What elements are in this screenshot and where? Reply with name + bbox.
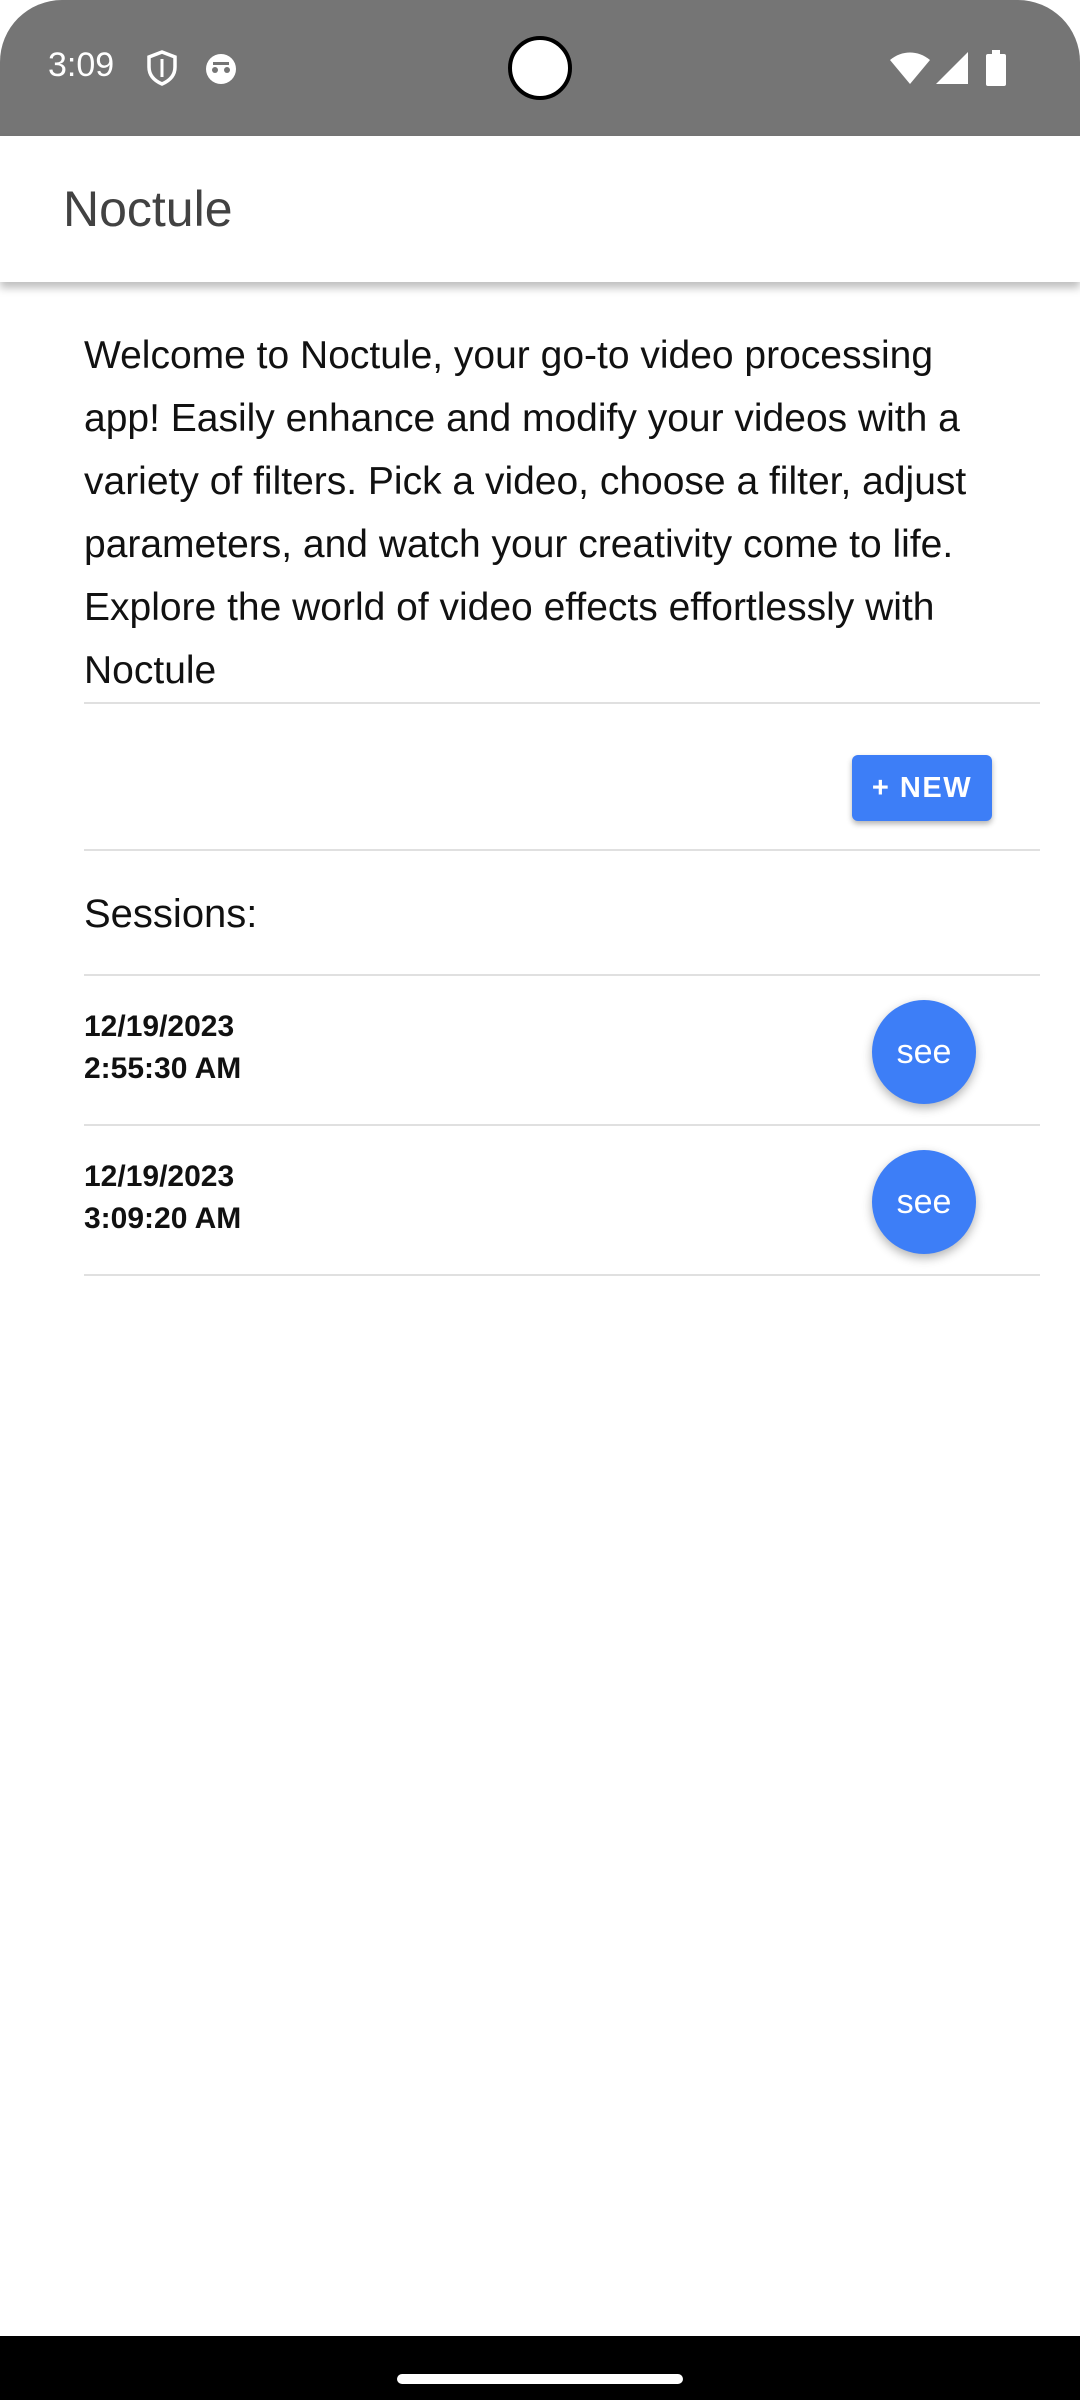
- session-date: 12/19/2023 3:09:20 AM: [84, 1160, 242, 1235]
- see-session-button[interactable]: see: [872, 1000, 976, 1104]
- wifi-icon: [890, 52, 930, 89]
- status-bar: 3:09: [0, 0, 1080, 136]
- session-row: 12/19/2023 3:09:20 AM see: [84, 1126, 1040, 1274]
- see-session-button[interactable]: see: [872, 1150, 976, 1254]
- cat-icon: [204, 52, 238, 91]
- session-date: 12/19/2023 2:55:30 AM: [84, 1010, 242, 1085]
- app-title: Noctule: [63, 181, 233, 237]
- sessions-label: Sessions:: [84, 892, 258, 936]
- home-handle[interactable]: [397, 2374, 683, 2384]
- status-time: 3:09: [48, 46, 115, 84]
- session-row: 12/19/2023 2:55:30 AM see: [84, 976, 1040, 1124]
- signal-icon: [936, 52, 968, 89]
- divider: [84, 702, 1040, 704]
- welcome-text: Welcome to Noctule, your go-to video pro…: [84, 334, 967, 692]
- navigation-bar: [0, 2336, 1080, 2400]
- app-bar: Noctule: [0, 136, 1080, 282]
- divider: [84, 849, 1040, 851]
- shield-icon: [146, 50, 178, 91]
- divider: [84, 1274, 1040, 1276]
- new-session-button[interactable]: + NEW: [852, 755, 992, 821]
- front-camera: [508, 36, 572, 100]
- battery-icon: [986, 50, 1006, 91]
